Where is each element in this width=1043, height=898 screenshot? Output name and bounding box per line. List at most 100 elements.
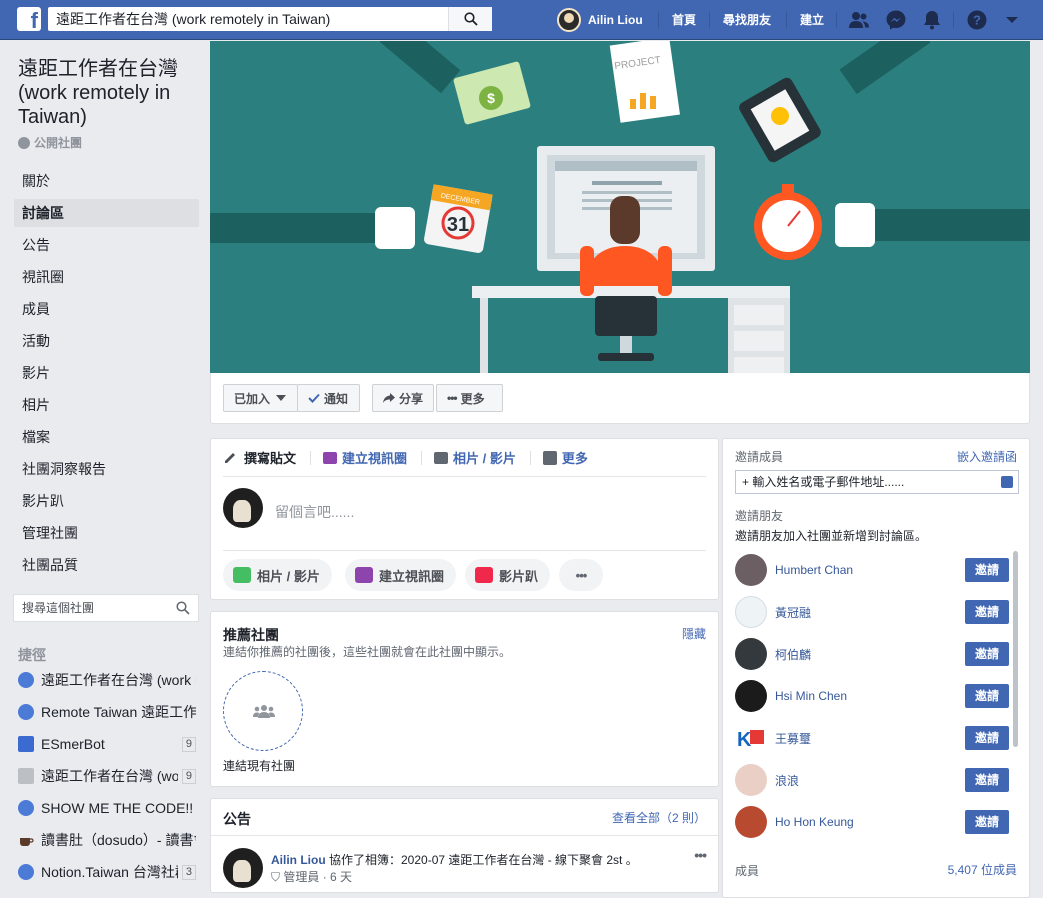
- count-badge: 3: [181, 864, 196, 880]
- sidebar-item-discussion[interactable]: 討論區: [14, 199, 199, 227]
- sidebar-item-group-quality[interactable]: 社團品質: [14, 551, 199, 579]
- globe-icon: [18, 136, 30, 149]
- invite-button[interactable]: 邀請: [965, 684, 1009, 708]
- shortcut-item[interactable]: Remote Taiwan 遠距工作: [18, 700, 196, 724]
- invite-button[interactable]: 邀請: [965, 558, 1009, 582]
- avatar[interactable]: [735, 596, 767, 628]
- share-button[interactable]: 分享: [372, 384, 434, 412]
- sidebar-item-videos[interactable]: 影片: [14, 359, 199, 387]
- shortcut-item[interactable]: SHOW ME THE CODE!!: [18, 796, 196, 820]
- divider: [658, 12, 659, 28]
- find-friends-link[interactable]: 尋找朋友: [723, 11, 771, 28]
- notifications-bell-icon[interactable]: [921, 9, 943, 31]
- search-input[interactable]: 遠距工作者在台灣 (work remotely in Taiwan): [48, 7, 492, 31]
- avatar[interactable]: [735, 554, 767, 586]
- avatar[interactable]: [735, 806, 767, 838]
- left-sidebar: 遠距工作者在台灣 (work remotely in Taiwan) 公開社團 …: [0, 41, 209, 887]
- joined-button[interactable]: 已加入: [223, 384, 298, 412]
- invite-button[interactable]: 邀請: [965, 600, 1009, 624]
- embed-invite-link[interactable]: 嵌入邀請函: [957, 448, 1017, 465]
- avatar[interactable]: [735, 638, 767, 670]
- more-dots-icon: •••: [447, 391, 458, 405]
- avatar[interactable]: [735, 764, 767, 796]
- search-button[interactable]: [448, 7, 492, 31]
- invite-button[interactable]: 邀請: [965, 810, 1009, 834]
- notifications-button[interactable]: 通知: [297, 384, 360, 412]
- friend-row: K 王募璽 邀請: [735, 721, 1009, 755]
- announcement-post-text: Ailin Liou 協作了相簿：2020-07 遠距工作者在台灣 - 線下聚會…: [271, 853, 638, 867]
- sidebar-item-watch-party[interactable]: 影片趴: [14, 487, 199, 515]
- shortcut-item[interactable]: 遠距工作者在台灣 (work remotely in Taiwan): [18, 668, 196, 692]
- account-menu-chevron-icon[interactable]: [1004, 9, 1020, 31]
- friend-row: 黃冠融 邀請: [735, 595, 1009, 629]
- sidebar-item-insights[interactable]: 社團洞察報告: [14, 455, 199, 483]
- friends-list-scrollbar[interactable]: [1013, 551, 1018, 747]
- more-button[interactable]: ••• 更多: [436, 384, 503, 412]
- link-group-button[interactable]: [223, 671, 303, 751]
- friend-requests-icon[interactable]: [848, 9, 870, 31]
- popcorn-icon: [475, 567, 493, 583]
- photo-video-button[interactable]: 相片 / 影片: [223, 559, 332, 591]
- shortcut-item[interactable]: Notion.Taiwan 台灣社群 3: [18, 860, 196, 884]
- sidebar-item-events[interactable]: 活動: [14, 327, 199, 355]
- user-name: Ailin Liou: [588, 13, 643, 27]
- post-input[interactable]: 留個言吧......: [275, 502, 354, 522]
- sidebar-item-photos[interactable]: 相片: [14, 391, 199, 419]
- sidebar-item-files[interactable]: 檔案: [14, 423, 199, 451]
- watch-party-button[interactable]: 影片趴: [465, 559, 551, 591]
- tab-write-post[interactable]: 撰寫貼文: [223, 448, 296, 467]
- tab-photo-video[interactable]: 相片 / 影片: [434, 448, 516, 467]
- checkmark-icon: [308, 393, 320, 403]
- video-room-icon: [323, 451, 338, 464]
- link-group-label[interactable]: 連結現有社團: [223, 757, 295, 774]
- recommended-groups-description: 連結你推薦的社團後，這些社團就會在此社團中顯示。: [223, 645, 512, 659]
- post-options-icon[interactable]: •••: [694, 847, 707, 863]
- sidebar-item-members[interactable]: 成員: [14, 295, 199, 323]
- search-icon: [464, 12, 478, 26]
- avatar[interactable]: K: [735, 722, 767, 754]
- shortcut-item[interactable]: 遠距工作者在台灣 (work remotely in Taiwan)9: [18, 764, 196, 788]
- avatar: [557, 8, 581, 32]
- announcements-card: 公告 查看全部（2 則） Ailin Liou 協作了相簿：2020-07 遠距…: [210, 798, 719, 893]
- home-link[interactable]: 首頁: [672, 11, 696, 28]
- shortcut-item[interactable]: ESmerBot 9: [18, 732, 196, 756]
- sidebar-item-announcements[interactable]: 公告: [14, 231, 199, 259]
- tab-create-room[interactable]: 建立視訊圈: [323, 448, 407, 467]
- sidebar-item-about[interactable]: 關於: [14, 167, 199, 195]
- profile-link[interactable]: Ailin Liou: [557, 8, 643, 32]
- create-room-button[interactable]: 建立視訊圈: [345, 559, 457, 591]
- avatar[interactable]: [735, 680, 767, 712]
- invite-members-card: 邀請成員 嵌入邀請函 + 輸入姓名或電子郵件地址...... 邀請朋友 邀請朋友…: [722, 438, 1030, 898]
- cover-photo[interactable]: $ PROJECT DECEMBER 31: [210, 41, 1030, 373]
- group-people-icon: [253, 705, 275, 718]
- post-author-link[interactable]: Ailin Liou: [271, 853, 326, 867]
- count-badge: 9: [181, 768, 196, 784]
- members-label: 成員: [735, 864, 760, 878]
- members-count-link[interactable]: 5,407 位成員: [948, 861, 1017, 878]
- hide-link[interactable]: 隱藏: [682, 625, 706, 642]
- sidebar-item-manage-group[interactable]: 管理社團: [14, 519, 199, 547]
- messenger-icon[interactable]: [885, 9, 907, 31]
- divider: [836, 12, 837, 28]
- more-dots-icon: •••: [575, 567, 588, 583]
- friend-row: Hsi Min Chen 邀請: [735, 679, 1009, 713]
- invite-button[interactable]: 邀請: [965, 726, 1009, 750]
- sidebar-item-rooms[interactable]: 視訊圈: [14, 263, 199, 291]
- group-search-input[interactable]: 搜尋這個社團: [13, 594, 199, 622]
- tab-more[interactable]: 更多: [542, 448, 588, 467]
- avatar[interactable]: [223, 848, 263, 888]
- search-icon[interactable]: [176, 601, 190, 615]
- invite-button[interactable]: 邀請: [965, 768, 1009, 792]
- announcements-title: 公告: [223, 811, 251, 827]
- recommended-groups-card: 推薦社團 隱藏 連結你推薦的社團後，這些社團就會在此社團中顯示。 連結現有社團: [210, 611, 719, 787]
- svg-text:31: 31: [447, 214, 469, 236]
- more-options-button[interactable]: •••: [559, 559, 603, 591]
- invite-name-input[interactable]: + 輸入姓名或電子郵件地址......: [735, 470, 1019, 494]
- invite-button[interactable]: 邀請: [965, 642, 1009, 666]
- help-icon[interactable]: ?: [966, 9, 988, 31]
- shortcut-item[interactable]: 讀書肚（dosudo）- 讀書會: [18, 828, 196, 852]
- create-link[interactable]: 建立: [800, 11, 824, 28]
- group-title[interactable]: 遠距工作者在台灣 (work remotely in Taiwan): [18, 57, 203, 129]
- view-all-link[interactable]: 查看全部（2 則）: [612, 809, 706, 826]
- facebook-logo-icon[interactable]: f: [17, 7, 41, 31]
